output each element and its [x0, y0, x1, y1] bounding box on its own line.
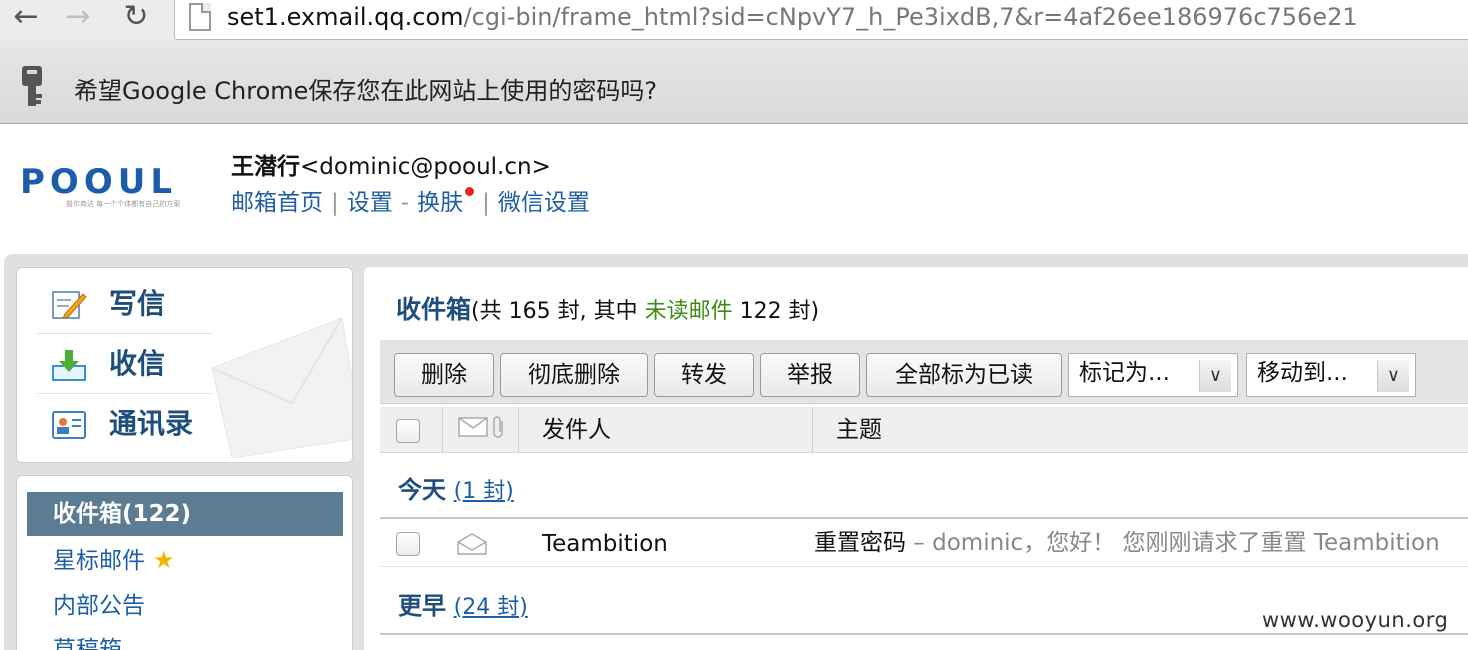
select-all-checkbox[interactable] [396, 419, 420, 443]
forward-arrow-icon[interactable]: → [56, 0, 100, 36]
url-text[interactable]: set1.exmail.qq.com/cgi-bin/frame_html?si… [227, 1, 1358, 33]
forward-button[interactable]: 转发 [654, 353, 754, 397]
mailbox-main: 收件箱(共 165 封, 其中 未读邮件 122 封) 删除 彻底删除 转发 举… [364, 267, 1468, 650]
mailbox-name: 收件箱 [396, 295, 472, 324]
user-identity: 王潜行<dominic@pooul.cn> [231, 152, 551, 182]
folder-list: 收件箱(122) 星标邮件 ★ 内部公告 草稿箱 [16, 475, 353, 650]
row-checkbox[interactable] [396, 532, 420, 556]
row-subject-title: 重置密码 [814, 530, 906, 556]
back-arrow-icon[interactable]: ← [4, 0, 48, 36]
inbox-download-icon [52, 350, 86, 381]
reload-icon[interactable]: ↻ [114, 0, 158, 36]
folder-drafts[interactable]: 草稿箱 [27, 628, 343, 650]
new-indicator-dot [465, 187, 475, 196]
mailbox-summary-suffix: 122 封) [732, 299, 820, 324]
folder-inbox[interactable]: 收件箱(122) [27, 492, 343, 536]
contacts-button[interactable]: 通讯录 [37, 396, 213, 454]
watermark-text: www.wooyun.org [1262, 608, 1449, 632]
read-envelope-icon [457, 533, 487, 555]
group-earlier-count[interactable]: (24 封) [454, 595, 528, 620]
folder-starred[interactable]: 星标邮件 ★ [27, 538, 343, 582]
url-path: /cgi-bin/frame_html?sid=cNpvY7_h_Pe3ixdB… [463, 3, 1358, 31]
unread-mail-link[interactable]: 未读邮件 [645, 299, 733, 324]
password-prompt-text: 希望Google Chrome保存您在此网站上使用的密码吗? [74, 77, 658, 105]
contacts-label: 通讯录 [109, 407, 194, 440]
logo-text: POOUL [20, 162, 177, 202]
mail-home-link[interactable]: 邮箱首页 [231, 190, 323, 216]
company-logo[interactable]: POOUL 普尔商达 每一个个体都有自己的方案 [20, 164, 200, 212]
column-divider [812, 407, 813, 453]
quick-actions-panel: 写信 收信 通讯录 [16, 267, 353, 463]
link-separator: | [482, 190, 490, 216]
settings-link[interactable]: 设置 [347, 190, 393, 216]
group-earlier: 更早 (24 封) [398, 591, 528, 623]
subject-column-header[interactable]: 主题 [836, 415, 882, 445]
address-bar[interactable]: set1.exmail.qq.com/cgi-bin/frame_html?si… [174, 0, 1468, 40]
attachment-icon [493, 416, 503, 438]
folder-starred-label: 星标邮件 [53, 548, 145, 574]
logo-tagline: 普尔商达 每一个个体都有自己的方案 [66, 200, 181, 208]
folder-announcements[interactable]: 内部公告 [27, 584, 343, 628]
mail-row-partial[interactable] [380, 633, 1468, 650]
mailbox-title: 收件箱(共 165 封, 其中 未读邮件 122 封) [396, 295, 819, 327]
star-icon: ★ [153, 546, 175, 574]
chevron-down-icon: ∨ [1199, 360, 1231, 392]
link-dash: - [400, 190, 410, 216]
user-email: <dominic@pooul.cn> [300, 154, 551, 180]
link-separator: | [331, 190, 339, 216]
column-divider [518, 407, 519, 453]
key-icon [22, 66, 42, 106]
wechat-settings-link[interactable]: 微信设置 [498, 190, 590, 216]
mark-as-label: 标记为... [1079, 360, 1170, 386]
move-to-label: 移动到... [1257, 360, 1348, 386]
password-save-infobar: 希望Google Chrome保存您在此网站上使用的密码吗? [0, 40, 1468, 124]
group-earlier-name: 更早 [398, 592, 446, 620]
mark-as-select[interactable]: 标记为... ∨ [1068, 353, 1238, 397]
mail-list-header: 发件人 主题 [380, 407, 1468, 453]
receive-button[interactable]: 收信 [37, 336, 213, 394]
group-today-name: 今天 [398, 476, 446, 504]
compose-label: 写信 [109, 287, 166, 320]
move-to-select[interactable]: 移动到... ∨ [1246, 353, 1416, 397]
report-button[interactable]: 举报 [760, 353, 860, 397]
chevron-down-icon: ∨ [1377, 360, 1409, 392]
mark-all-read-button[interactable]: 全部标为已读 [866, 353, 1062, 397]
sender-column-header[interactable]: 发件人 [542, 415, 611, 445]
mail-toolbar: 删除 彻底删除 转发 举报 全部标为已读 标记为... ∨ 移动到... ∨ [380, 340, 1468, 404]
row-sender: Teambition [542, 531, 668, 557]
browser-toolbar: ← → ↻ set1.exmail.qq.com/cgi-bin/frame_h… [0, 0, 1468, 40]
delete-permanent-button[interactable]: 彻底删除 [500, 353, 648, 397]
envelope-column-icon [458, 417, 488, 437]
delete-button[interactable]: 删除 [394, 353, 494, 397]
column-divider [442, 407, 443, 453]
group-today: 今天 (1 封) [398, 475, 514, 507]
compose-pencil-icon [52, 291, 87, 319]
row-subject: 重置密码 – dominic，您好！ 您刚刚请求了重置 Teambition [814, 528, 1440, 558]
mail-row[interactable]: Teambition 重置密码 – dominic，您好！ 您刚刚请求了重置 T… [380, 517, 1468, 567]
url-host: set1.exmail.qq.com [227, 3, 464, 31]
compose-button[interactable]: 写信 [37, 276, 213, 334]
envelope-decoration-icon [211, 317, 352, 458]
header-links: 邮箱首页 | 设置 - 换肤 | 微信设置 [231, 187, 590, 218]
row-snippet: – dominic，您好！ 您刚刚请求了重置 Teambition [906, 530, 1440, 556]
contacts-card-icon [52, 411, 86, 439]
receive-label: 收信 [109, 347, 166, 380]
user-name: 王潜行 [231, 154, 300, 180]
page-icon [189, 3, 211, 31]
skin-link[interactable]: 换肤 [417, 190, 463, 216]
mailbox-summary-prefix: (共 165 封, 其中 [471, 299, 645, 324]
group-today-count[interactable]: (1 封) [454, 479, 514, 504]
